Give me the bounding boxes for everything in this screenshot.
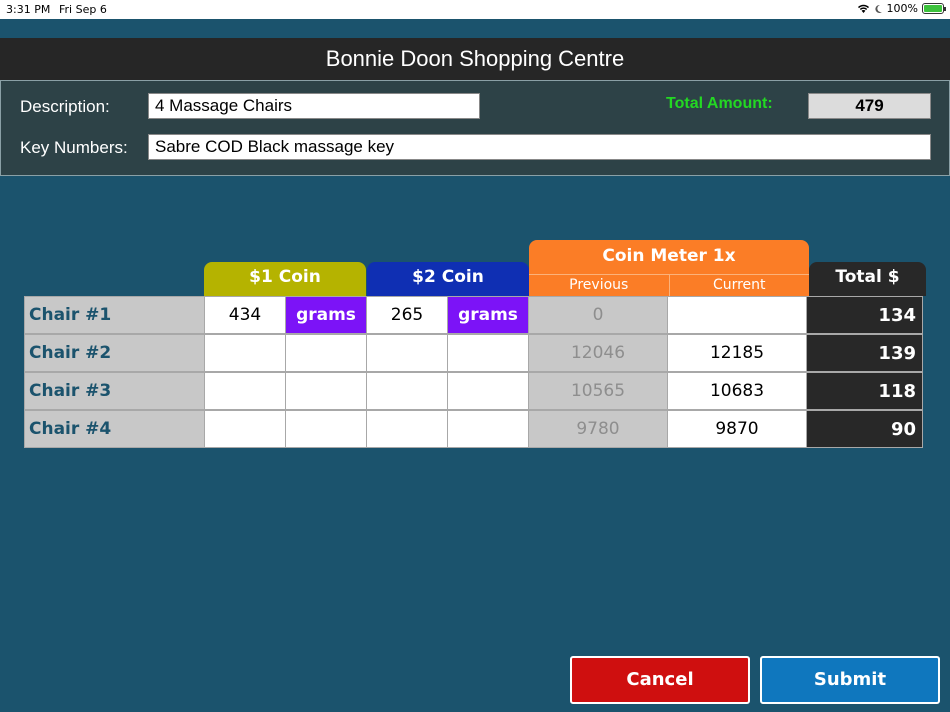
coin1-input[interactable]: 434 (204, 296, 286, 334)
meter-current-input[interactable]: 12185 (667, 334, 807, 372)
header-meter-subs: Previous Current (529, 274, 809, 296)
meter-current-input[interactable]: 9870 (667, 410, 807, 448)
total-amount-value: 479 (808, 93, 931, 119)
row-total: 134 (806, 296, 923, 334)
description-input[interactable]: 4 Massage Chairs (148, 93, 480, 119)
status-date: Fri Sep 6 (59, 3, 107, 16)
battery-icon (922, 3, 946, 14)
header-coin2: $2 Coin (367, 262, 529, 296)
coin2-input[interactable]: 265 (366, 296, 448, 334)
row-total: 139 (806, 334, 923, 372)
coin2-input[interactable] (366, 410, 448, 448)
row-total: 90 (806, 410, 923, 448)
coin1-input[interactable] (204, 334, 286, 372)
key-numbers-input[interactable]: Sabre COD Black massage key (148, 134, 931, 160)
chair-name: Chair #2 (24, 334, 205, 372)
header-coin-meter-title: Coin Meter 1x (602, 246, 736, 266)
meter-current-input[interactable]: 10683 (667, 372, 807, 410)
status-bar: 3:31 PM Fri Sep 6 100% (0, 0, 950, 19)
meter-current-input[interactable] (667, 296, 807, 334)
page-title: Bonnie Doon Shopping Centre (0, 38, 950, 80)
coin1-unit-cell[interactable] (285, 334, 367, 372)
chair-name: Chair #3 (24, 372, 205, 410)
key-numbers-label: Key Numbers: (20, 138, 128, 157)
header-total: Total $ (809, 262, 926, 296)
meter-previous: 12046 (528, 334, 668, 372)
status-right: 100% (857, 2, 946, 15)
coin2-unit-cell[interactable] (447, 334, 529, 372)
table-row: Chair #3 10565 10683 118 (24, 372, 926, 410)
row-total: 118 (806, 372, 923, 410)
coin2-input[interactable] (366, 334, 448, 372)
table-row: Chair #2 12046 12185 139 (24, 334, 926, 372)
header-previous: Previous (529, 275, 670, 296)
table-row: Chair #4 9780 9870 90 (24, 410, 926, 448)
meter-previous: 10565 (528, 372, 668, 410)
coin1-input[interactable] (204, 410, 286, 448)
table-row: Chair #1 434 grams 265 grams 0 134 (24, 296, 926, 334)
moon-icon (874, 4, 882, 13)
submit-button[interactable]: Submit (760, 656, 940, 704)
top-strip (0, 19, 950, 38)
status-time: 3:31 PM (6, 3, 51, 16)
coin2-input[interactable] (366, 372, 448, 410)
coin2-grams-button[interactable]: grams (447, 296, 529, 334)
meter-previous: 0 (528, 296, 668, 334)
coin2-unit-cell[interactable] (447, 410, 529, 448)
coin1-unit-cell[interactable] (285, 410, 367, 448)
wifi-icon (857, 4, 869, 13)
chair-name: Chair #1 (24, 296, 205, 334)
header-coin-meter: Coin Meter 1x Previous Current (529, 240, 809, 296)
total-amount-label: Total Amount: (666, 95, 773, 112)
cancel-button[interactable]: Cancel (570, 656, 750, 704)
battery-percent: 100% (886, 2, 918, 15)
meter-previous: 9780 (528, 410, 668, 448)
header-form: Description: 4 Massage Chairs Total Amou… (0, 80, 950, 176)
coin1-input[interactable] (204, 372, 286, 410)
chairs-table: Chair #1 434 grams 265 grams 0 134 Chair… (24, 296, 926, 448)
coin1-unit-cell[interactable] (285, 372, 367, 410)
header-current: Current (712, 277, 766, 293)
coin1-grams-button[interactable]: grams (285, 296, 367, 334)
description-label: Description: (20, 97, 110, 116)
coin2-unit-cell[interactable] (447, 372, 529, 410)
header-coin1: $1 Coin (204, 262, 366, 296)
chair-name: Chair #4 (24, 410, 205, 448)
